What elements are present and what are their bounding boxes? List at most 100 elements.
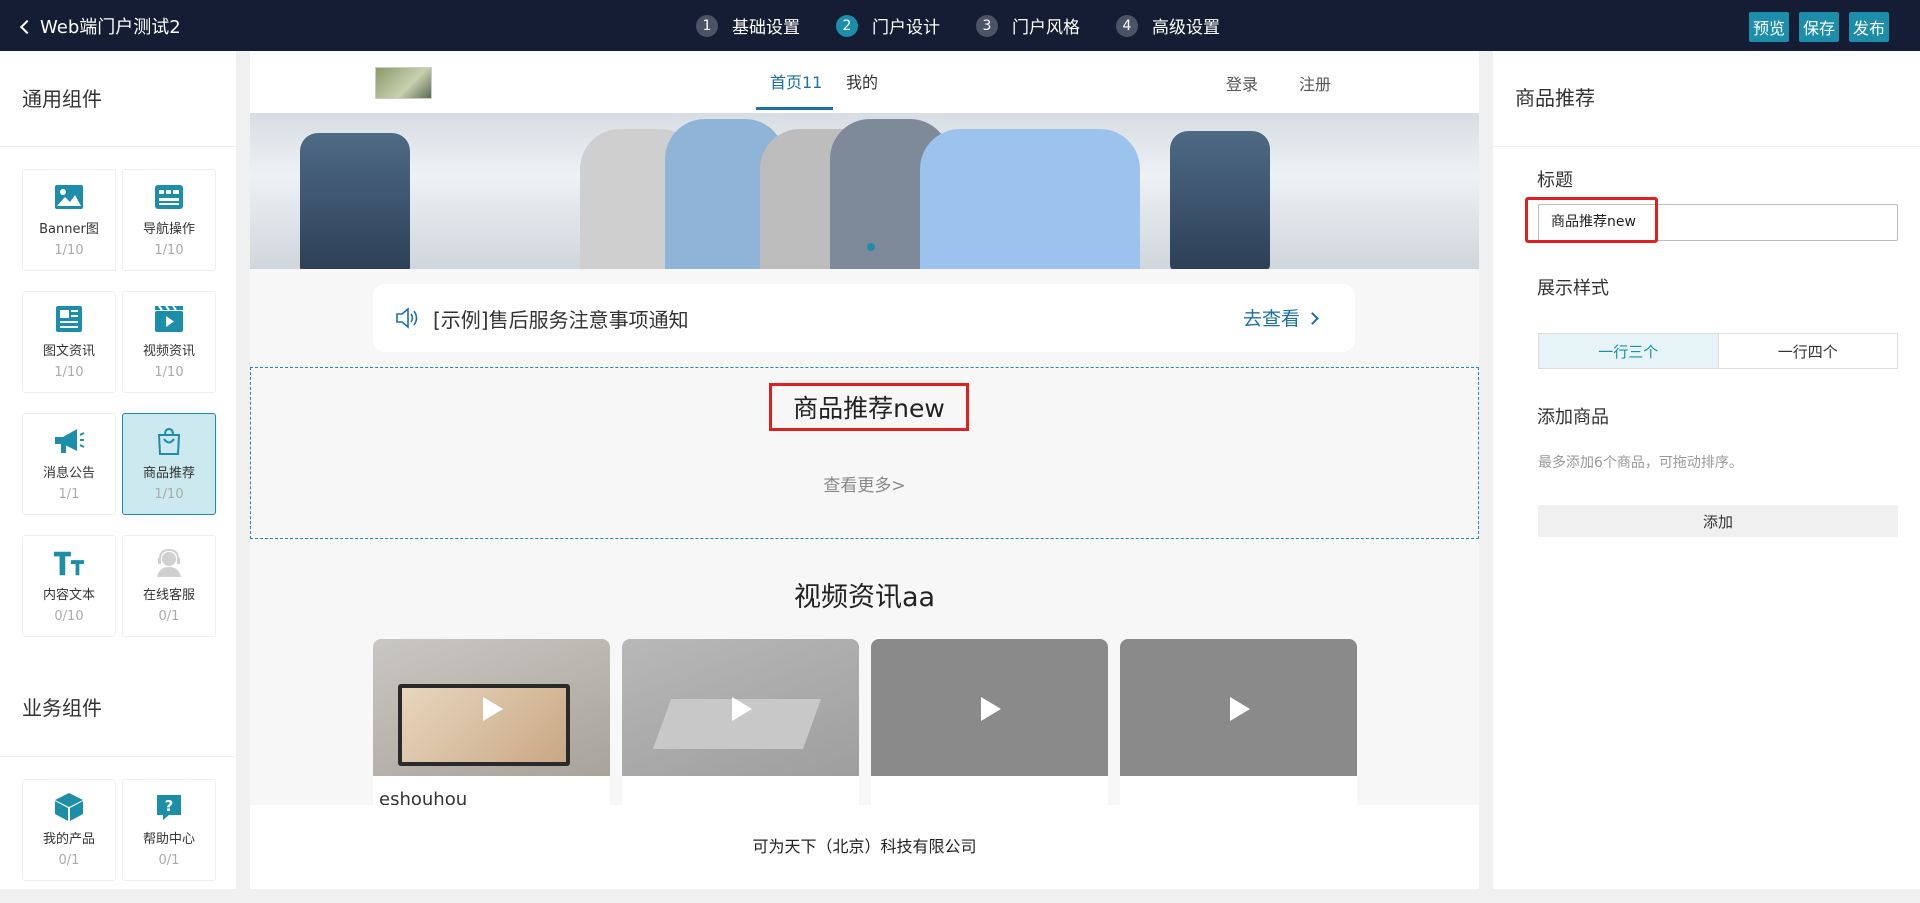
- notice-text[interactable]: [示例]售后服务注意事项通知: [433, 304, 689, 333]
- step-advanced[interactable]: 4 高级设置: [1116, 13, 1220, 38]
- component-name: 导航操作: [142, 222, 195, 237]
- component-name: 帮助中心: [142, 832, 195, 847]
- component-count: 1/10: [154, 243, 184, 258]
- step-number: 2: [836, 14, 858, 37]
- banner-indicator[interactable]: [867, 243, 875, 251]
- step-style[interactable]: 3 门户风格: [976, 13, 1080, 38]
- add-products-hint: 最多添加6个商品，可拖动排序。: [1538, 455, 1743, 471]
- business-components-title: 业务组件: [0, 659, 236, 757]
- display-style-label: 展示样式: [1537, 278, 1609, 299]
- step-number: 3: [976, 14, 998, 37]
- notice-bar: [示例]售后服务注意事项通知 去查看: [373, 284, 1355, 352]
- video-card[interactable]: eshouhou: [373, 639, 610, 819]
- add-product-button[interactable]: 添加: [1538, 505, 1898, 537]
- product-section-title: 商品推荐new: [769, 383, 969, 431]
- nav-tab-mine[interactable]: 我的: [846, 69, 878, 93]
- nav-tab-home[interactable]: 首页11: [770, 69, 822, 93]
- component-banner[interactable]: Banner图 1/10: [22, 169, 116, 271]
- component-count: 1/10: [154, 365, 184, 380]
- shopping-bag-icon: [153, 426, 185, 456]
- component-count: 0/10: [54, 609, 84, 624]
- view-more-link[interactable]: 查看更多>: [251, 471, 1478, 496]
- speaker-icon: [395, 307, 419, 333]
- navigation-icon: [153, 182, 185, 212]
- component-count: 1/10: [154, 487, 184, 502]
- component-name: Banner图: [39, 222, 99, 237]
- component-video[interactable]: 视频资讯 1/10: [122, 291, 216, 393]
- component-online-service[interactable]: 在线客服 0/1: [122, 535, 216, 637]
- play-icon: [981, 697, 1001, 721]
- display-style-toggle: 一行三个 一行四个: [1538, 333, 1898, 369]
- step-label: 高级设置: [1152, 18, 1220, 38]
- preview-button[interactable]: 预览: [1748, 12, 1789, 42]
- component-article[interactable]: 图文资讯 1/10: [22, 291, 116, 393]
- option-three-per-row[interactable]: 一行三个: [1539, 334, 1719, 368]
- video-card[interactable]: [622, 639, 859, 819]
- portal-name: Web端门户测试2: [40, 17, 181, 38]
- component-name: 商品推荐: [142, 466, 195, 481]
- register-link[interactable]: 注册: [1299, 71, 1331, 95]
- step-nav: 1 基础设置 2 门户设计 3 门户风格 4 高级设置: [696, 13, 1220, 38]
- chevron-left-icon: [19, 19, 35, 34]
- component-announcement[interactable]: 消息公告 1/1: [22, 413, 116, 515]
- svg-text:?: ?: [165, 797, 174, 815]
- portal-footer: 可为天下（北京）科技有限公司: [250, 805, 1479, 889]
- business-components-grid: 我的产品 0/1 ? 帮助中心 0/1: [0, 757, 236, 903]
- title-input-highlight: [1525, 197, 1658, 243]
- add-products-label: 添加商品: [1537, 407, 1609, 428]
- play-icon: [732, 697, 752, 721]
- component-name: 图文资讯: [42, 344, 95, 359]
- component-name: 我的产品: [42, 832, 95, 847]
- component-name: 消息公告: [42, 466, 95, 481]
- login-link[interactable]: 登录: [1226, 71, 1258, 95]
- video-icon: [153, 304, 185, 334]
- video-thumbnail: [622, 639, 859, 776]
- general-components-grid: Banner图 1/10 导航操作 1/10 图文资讯 1/10 视频资讯 1/…: [0, 147, 236, 659]
- text-icon: [53, 548, 85, 578]
- play-icon: [1230, 697, 1250, 721]
- step-label: 基础设置: [732, 18, 800, 38]
- nav-active-indicator: [756, 107, 833, 110]
- video-list: eshouhou: [373, 639, 1357, 819]
- component-product-recommend[interactable]: 商品推荐 1/10: [122, 413, 216, 515]
- top-bar: Web端门户测试2 1 基础设置 2 门户设计 3 门户风格 4 高级设置 预览…: [0, 0, 1920, 51]
- notice-view-link[interactable]: 去查看: [1242, 304, 1319, 331]
- component-my-products[interactable]: 我的产品 0/1: [22, 779, 116, 881]
- option-four-per-row[interactable]: 一行四个: [1719, 334, 1898, 368]
- component-name: 内容文本: [42, 588, 95, 603]
- general-components-title: 通用组件: [0, 51, 236, 147]
- portal-nav: 首页11 我的 登录 注册: [250, 51, 1479, 113]
- banner-chair: [1170, 131, 1270, 269]
- banner-image[interactable]: [250, 113, 1479, 269]
- component-help-center[interactable]: ? 帮助中心 0/1: [122, 779, 216, 881]
- component-navigation[interactable]: 导航操作 1/10: [122, 169, 216, 271]
- video-section-title: 视频资讯aa: [793, 582, 936, 613]
- publish-button[interactable]: 发布: [1848, 12, 1889, 42]
- component-text[interactable]: 内容文本 0/10: [22, 535, 116, 637]
- step-design[interactable]: 2 门户设计: [836, 13, 940, 38]
- video-thumbnail: [871, 639, 1108, 776]
- component-name: 在线客服: [142, 588, 195, 603]
- video-title: [1120, 776, 1357, 802]
- banner-chair: [300, 133, 410, 269]
- save-button[interactable]: 保存: [1798, 12, 1839, 42]
- back-button[interactable]: Web端门户测试2: [19, 13, 181, 39]
- video-thumbnail: [1120, 639, 1357, 776]
- component-count: 1/1: [58, 487, 80, 502]
- megaphone-icon: [53, 426, 85, 456]
- notice-view-label: 去查看: [1242, 308, 1300, 330]
- step-basic[interactable]: 1 基础设置: [696, 13, 800, 38]
- box-icon: [53, 792, 85, 822]
- video-title: [622, 776, 859, 802]
- banner-person: [920, 129, 1140, 269]
- design-canvas: 首页11 我的 登录 注册 [示例]售后服务注意事项通知 去查看 商品推荐new…: [250, 51, 1479, 889]
- article-icon: [53, 304, 85, 334]
- component-count: 1/10: [54, 365, 84, 380]
- product-recommend-section[interactable]: 商品推荐new 查看更多>: [250, 367, 1479, 539]
- video-title: [871, 776, 1108, 802]
- component-name: 视频资讯: [142, 344, 195, 359]
- video-card[interactable]: [1120, 639, 1357, 819]
- video-card[interactable]: [871, 639, 1108, 819]
- top-actions: 预览 保存 发布: [1748, 12, 1889, 42]
- component-count: 0/1: [158, 609, 180, 624]
